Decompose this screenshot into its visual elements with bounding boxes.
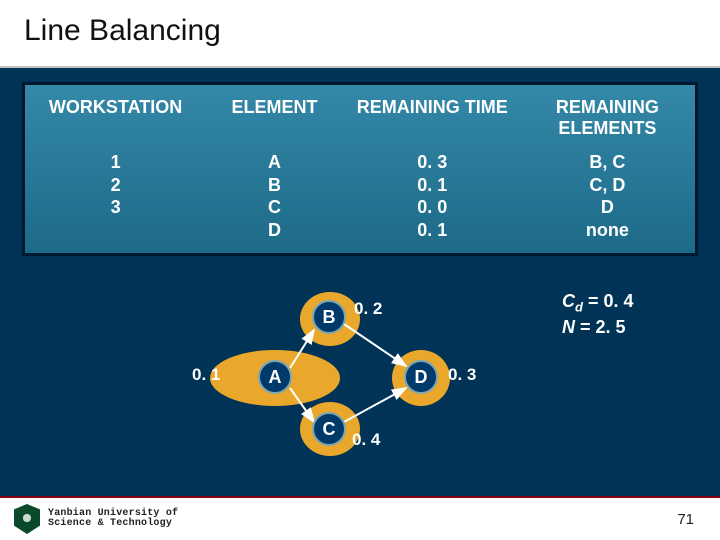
cell-remaining-time: 0. 3 0. 1 0. 0 0. 1 xyxy=(345,145,520,251)
duration-b: 0. 2 xyxy=(354,299,382,319)
content-area: WORKSTATION ELEMENT REMAINING TIME REMAI… xyxy=(0,68,720,472)
slide-title: Line Balancing xyxy=(24,14,696,48)
th-remaining-elements: REMAINING ELEMENTS xyxy=(522,87,693,143)
edge-a-b xyxy=(290,330,314,368)
edge-a-c xyxy=(290,388,314,422)
university-mark: Yanbian University of Science & Technolo… xyxy=(14,504,178,534)
edge-c-d xyxy=(344,388,406,422)
title-bar: Line Balancing xyxy=(0,0,720,68)
cell-workstation: 1 2 3 xyxy=(27,145,204,251)
cell-element: A B C D xyxy=(206,145,343,251)
table-row: 1 2 3 A B C D 0. 3 0. 1 0. 0 0. 1 xyxy=(27,145,693,251)
th-remaining-time: REMAINING TIME xyxy=(345,87,520,143)
slide-footer: Yanbian University of Science & Technolo… xyxy=(0,496,720,540)
edge-b-d xyxy=(344,324,406,366)
duration-a: 0. 1 xyxy=(192,365,220,385)
th-workstation: WORKSTATION xyxy=(27,87,204,143)
cell-remaining-elements: B, C C, D D none xyxy=(522,145,693,251)
node-a: A xyxy=(258,360,292,394)
th-element: ELEMENT xyxy=(206,87,343,143)
param-n: N = 2. 5 xyxy=(562,316,634,339)
page-number: 71 xyxy=(677,511,694,528)
node-c: C xyxy=(312,412,346,446)
node-d: D xyxy=(404,360,438,394)
parameters: Cd = 0. 4 N = 2. 5 xyxy=(562,290,634,340)
university-name: Yanbian University of Science & Technolo… xyxy=(48,509,178,530)
duration-c: 0. 4 xyxy=(352,430,380,450)
balancing-table: WORKSTATION ELEMENT REMAINING TIME REMAI… xyxy=(22,82,698,256)
crest-icon xyxy=(14,504,40,534)
table-header-row: WORKSTATION ELEMENT REMAINING TIME REMAI… xyxy=(27,87,693,143)
param-cd: Cd = 0. 4 xyxy=(562,290,634,316)
duration-d: 0. 3 xyxy=(448,365,476,385)
precedence-diagram: A B C D 0. 1 0. 2 0. 4 0. 3 Cd = 0. 4 N … xyxy=(22,262,698,472)
node-b: B xyxy=(312,300,346,334)
